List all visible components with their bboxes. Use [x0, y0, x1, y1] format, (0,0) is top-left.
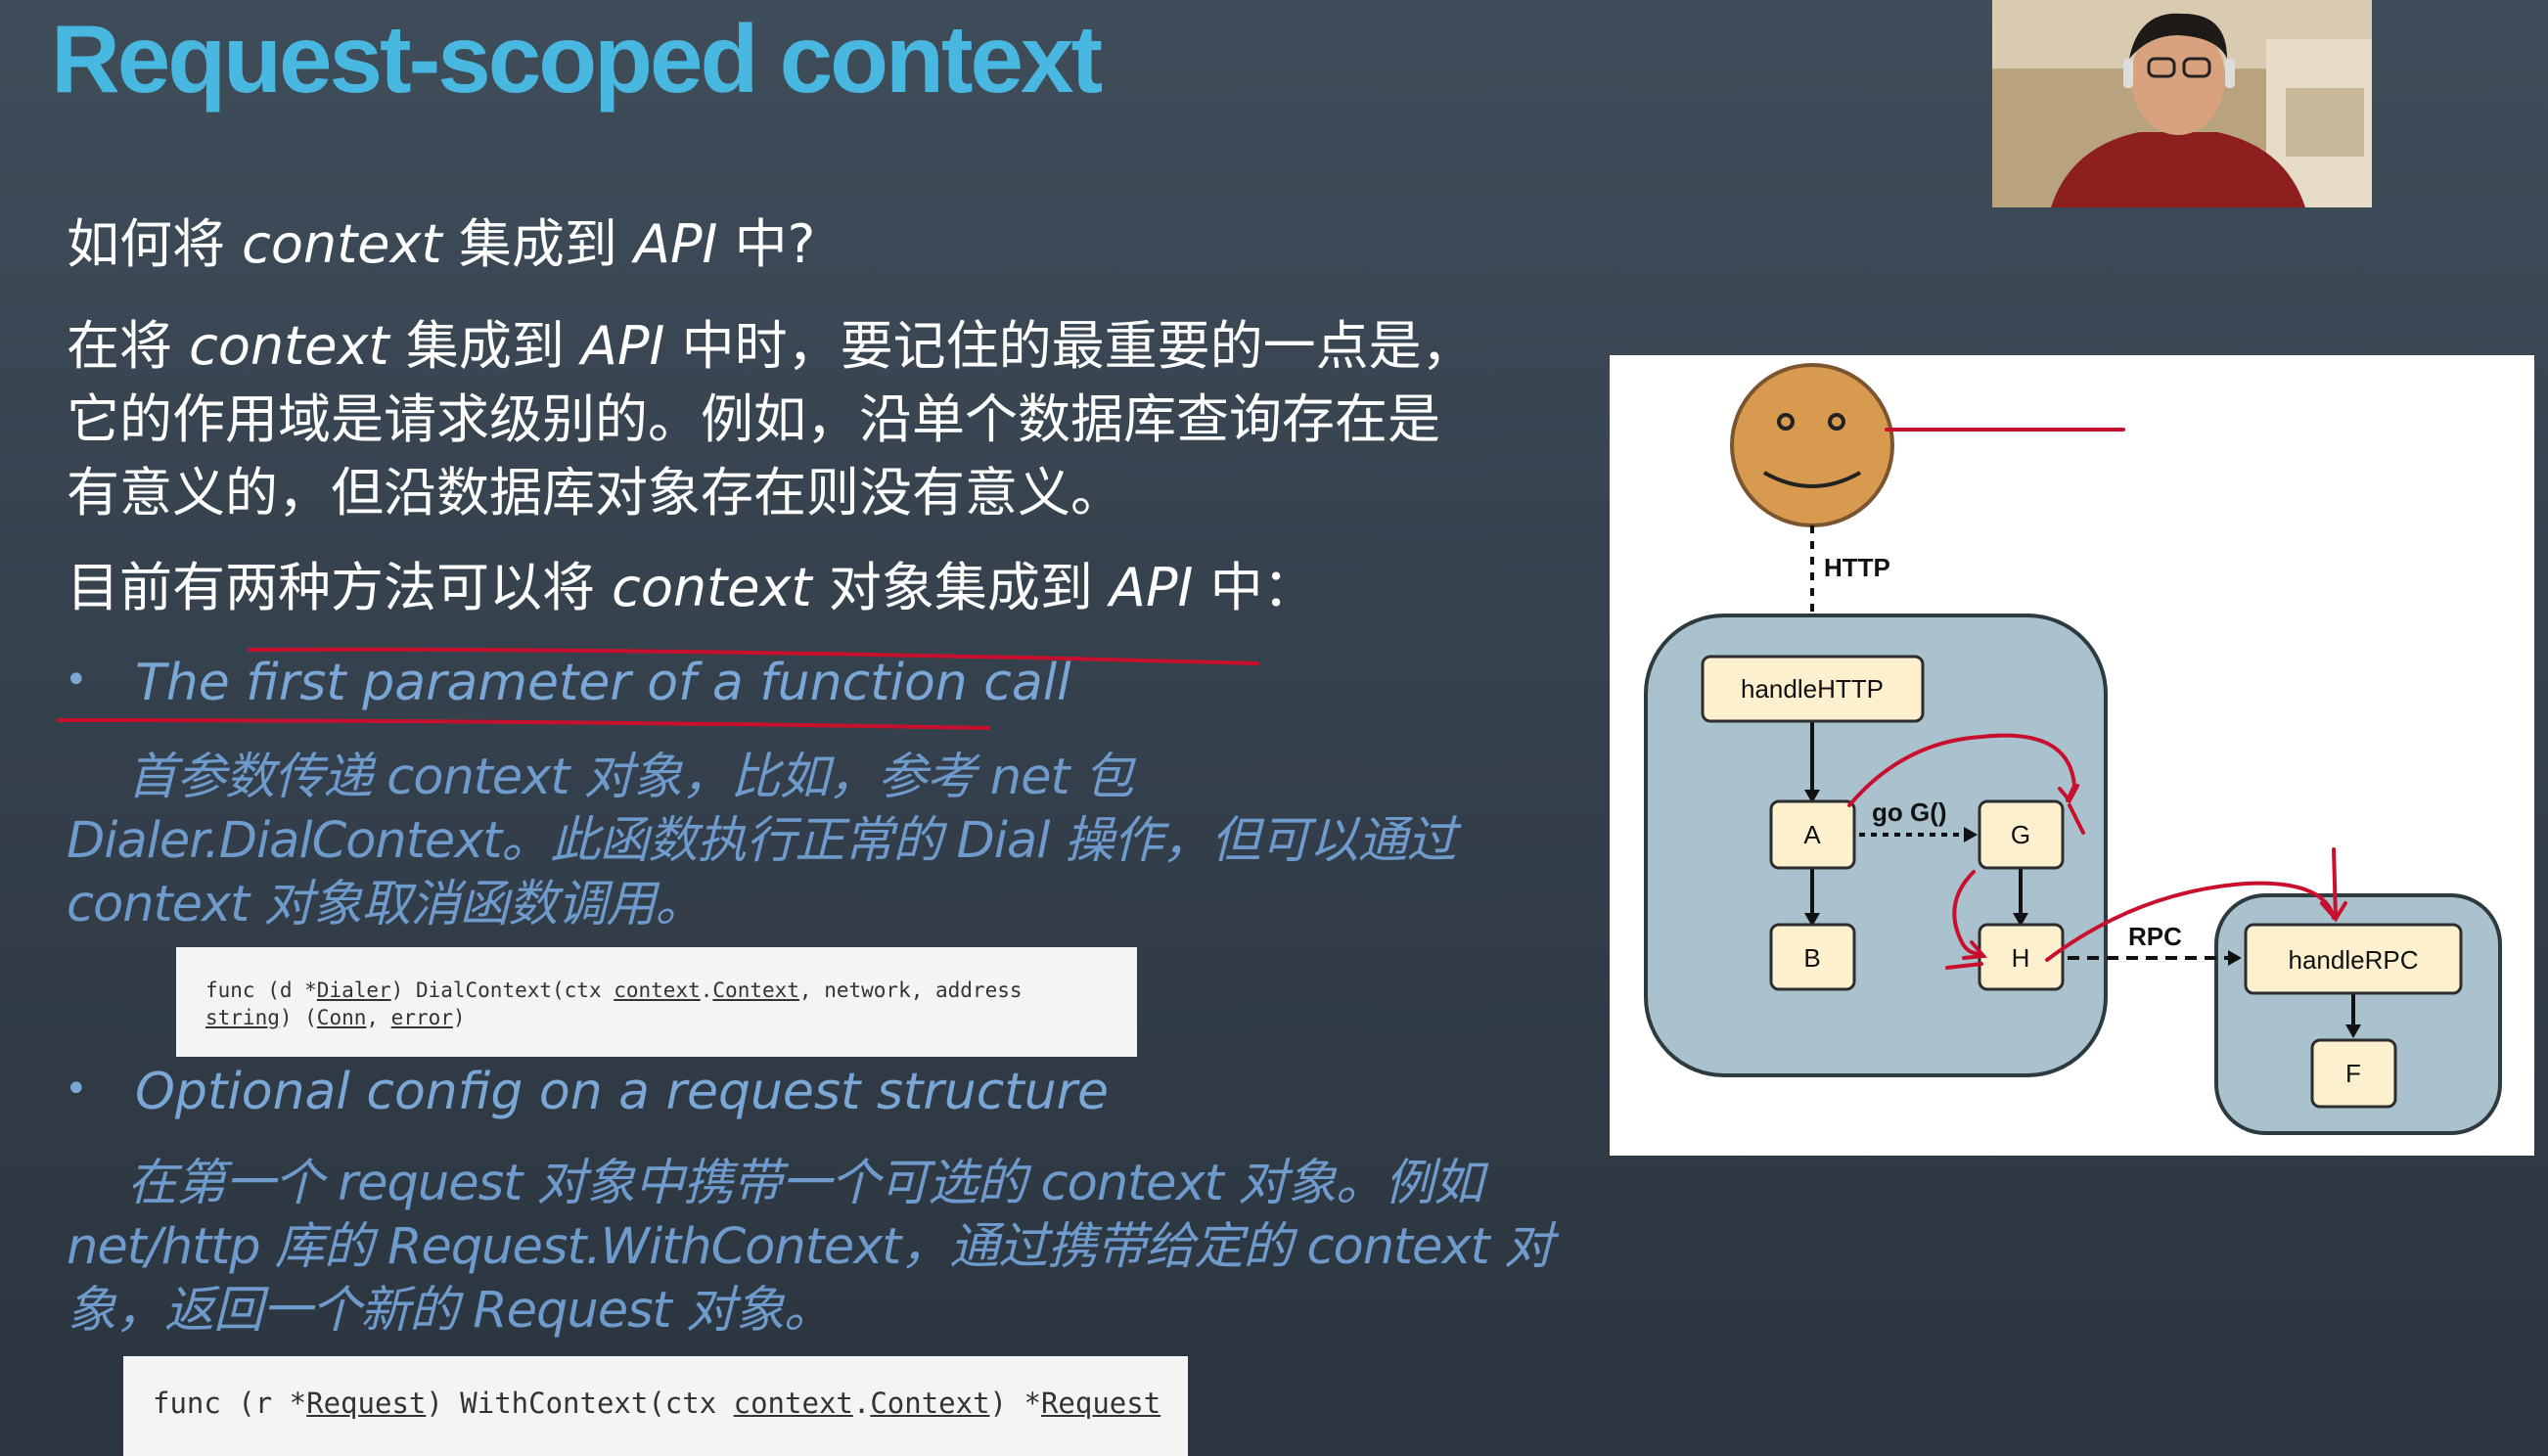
question-text: 如何将 context 集成到 API 中?: [67, 213, 816, 275]
bullet-1-desc-line: 首参数传递 context 对象，比如，参考 net 包: [127, 749, 1134, 806]
bullet-marker-2: •: [65, 1067, 88, 1112]
node-h-label: H: [2012, 943, 2030, 973]
node-g-label: G: [2011, 820, 2030, 849]
node-handlerpc-label: handleRPC: [2289, 945, 2419, 975]
code-snippet-withcontext: func (r *Request) WithContext(ctx contex…: [123, 1356, 1188, 1456]
bullet-2-desc-line: 象，返回一个新的 Request 对象。: [67, 1282, 834, 1340]
bullet-1-desc-line: context 对象取消函数调用。: [67, 876, 705, 933]
rpc-label: RPC: [2128, 922, 2182, 951]
answer-line-3: 有意义的，但沿数据库对象存在则没有意义。: [67, 462, 1123, 523]
code-line: string) (Conn, error): [205, 1006, 466, 1029]
node-b-label: B: [1803, 943, 1820, 973]
code-line: func (r *Request) WithContext(ctx contex…: [153, 1387, 1161, 1420]
node-a-label: A: [1803, 820, 1821, 849]
answer-line-2: 它的作用域是请求级别的。例如，沿单个数据库查询存在是: [67, 388, 1440, 450]
node-f-label: F: [2345, 1059, 2361, 1088]
http-label: HTTP: [1824, 553, 1890, 582]
bullet-1-desc-line: Dialer.DialContext。此函数执行正常的 Dial 操作，但可以通…: [67, 812, 1457, 870]
request-flow-diagram: HTTP go G() RPC handleHTTP A B G H handl…: [1610, 355, 2534, 1156]
bullet-marker-1: •: [65, 658, 88, 703]
presenter-webcam: [1992, 0, 2372, 207]
code-line: func (d *Dialer) DialContext(ctx context…: [205, 978, 1023, 1002]
bullet-2-title: Optional config on a request structure: [135, 1063, 1110, 1121]
bullet-2-desc-line: 在第一个 request 对象中携带一个可选的 context 对象。例如: [127, 1155, 1483, 1212]
node-handlehttp-label: handleHTTP: [1741, 674, 1884, 704]
answer-line-1: 在将 context 集成到 API 中时，要记住的最重要的一点是，: [67, 315, 1475, 377]
bullet-1-title: The first parameter of a function call: [135, 654, 1071, 712]
diagram-svg: HTTP go G() RPC handleHTTP A B G H handl…: [1644, 363, 2502, 1135]
smiley-icon: [1730, 363, 1894, 527]
bullet-2-description: 在第一个 request 对象中携带一个可选的 context 对象。例如 ne…: [67, 1152, 1593, 1342]
code-snippet-dialcontext: func (d *Dialer) DialContext(ctx context…: [176, 947, 1137, 1057]
presenter-video: [1992, 0, 2372, 207]
methods-intro: 目前有两种方法可以将 context 对象集成到 API 中：: [67, 557, 1316, 618]
go-g-label: go G(): [1872, 797, 1947, 827]
bullet-1-description: 首参数传递 context 对象，比如，参考 net 包 Dialer.Dial…: [67, 746, 1593, 936]
bullet-2-desc-line: net/http 库的 Request.WithContext，通过携带给定的 …: [67, 1218, 1554, 1276]
slide-title: Request-scoped context: [51, 5, 1103, 113]
